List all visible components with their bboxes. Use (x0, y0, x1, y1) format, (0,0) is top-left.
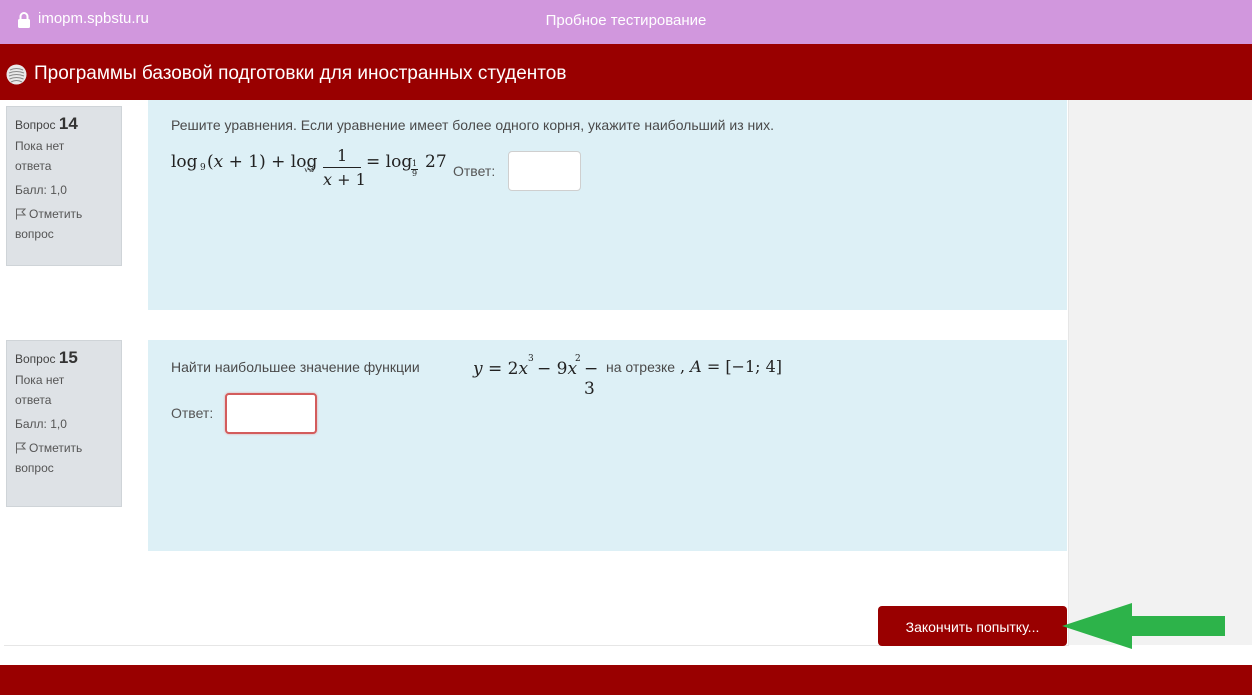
question-text-prefix: Найти наибольшее значение функции (171, 359, 420, 375)
question-info-15: Вопрос 15 Пока нет ответа Балл: 1,0 Отме… (6, 340, 122, 507)
question-status: Пока нет ответа (15, 139, 65, 173)
interval-formula: , A = [−1; 4] (680, 357, 783, 376)
site-footer (0, 665, 1252, 695)
question-heading: Вопрос 14 (15, 113, 117, 136)
question-label: Вопрос (15, 352, 56, 366)
browser-bar: imopm.spbstu.ru Пробное тестирование (0, 0, 1252, 44)
question-text-middle: на отрезке (606, 359, 676, 375)
flag-icon (16, 442, 26, 454)
flag-question-link[interactable]: Отметить вопрос (15, 438, 117, 478)
answer-input-14[interactable] (508, 151, 581, 191)
answer-label: Ответ: (171, 405, 214, 421)
browser-page-title: Пробное тестирование (545, 12, 707, 29)
site-logo-icon[interactable] (6, 64, 27, 85)
question-info-14: Вопрос 14 Пока нет ответа Балл: 1,0 Отме… (6, 106, 122, 266)
answer-label: Ответ: (453, 163, 496, 179)
flag-question-link[interactable]: Отметить вопрос (15, 204, 117, 244)
site-title[interactable]: Программы базовой подготовки для иностра… (34, 63, 566, 85)
question-number: 15 (58, 348, 78, 367)
question-grade: Балл: 1,0 (15, 417, 67, 431)
question-text: Решите уравнения. Если уравнение имеет б… (171, 117, 774, 133)
question-heading: Вопрос 15 (15, 347, 117, 370)
answer-input-15[interactable] (225, 393, 317, 434)
right-column (1069, 100, 1252, 645)
question-number: 14 (58, 114, 78, 133)
flag-icon (16, 208, 26, 220)
equation-formula: log 9 (x + 1) + log √3 1 x + 1 = log 1 9… (171, 146, 447, 189)
question-grade: Балл: 1,0 (15, 183, 67, 197)
function-formula: y = 2x 3 − 9x 2 − 3 (473, 354, 599, 399)
question-status: Пока нет ответа (15, 373, 65, 407)
finish-attempt-button[interactable]: Закончить попытку... (878, 606, 1067, 646)
question-label: Вопрос (15, 118, 56, 132)
arrow-icon (1062, 603, 1225, 649)
